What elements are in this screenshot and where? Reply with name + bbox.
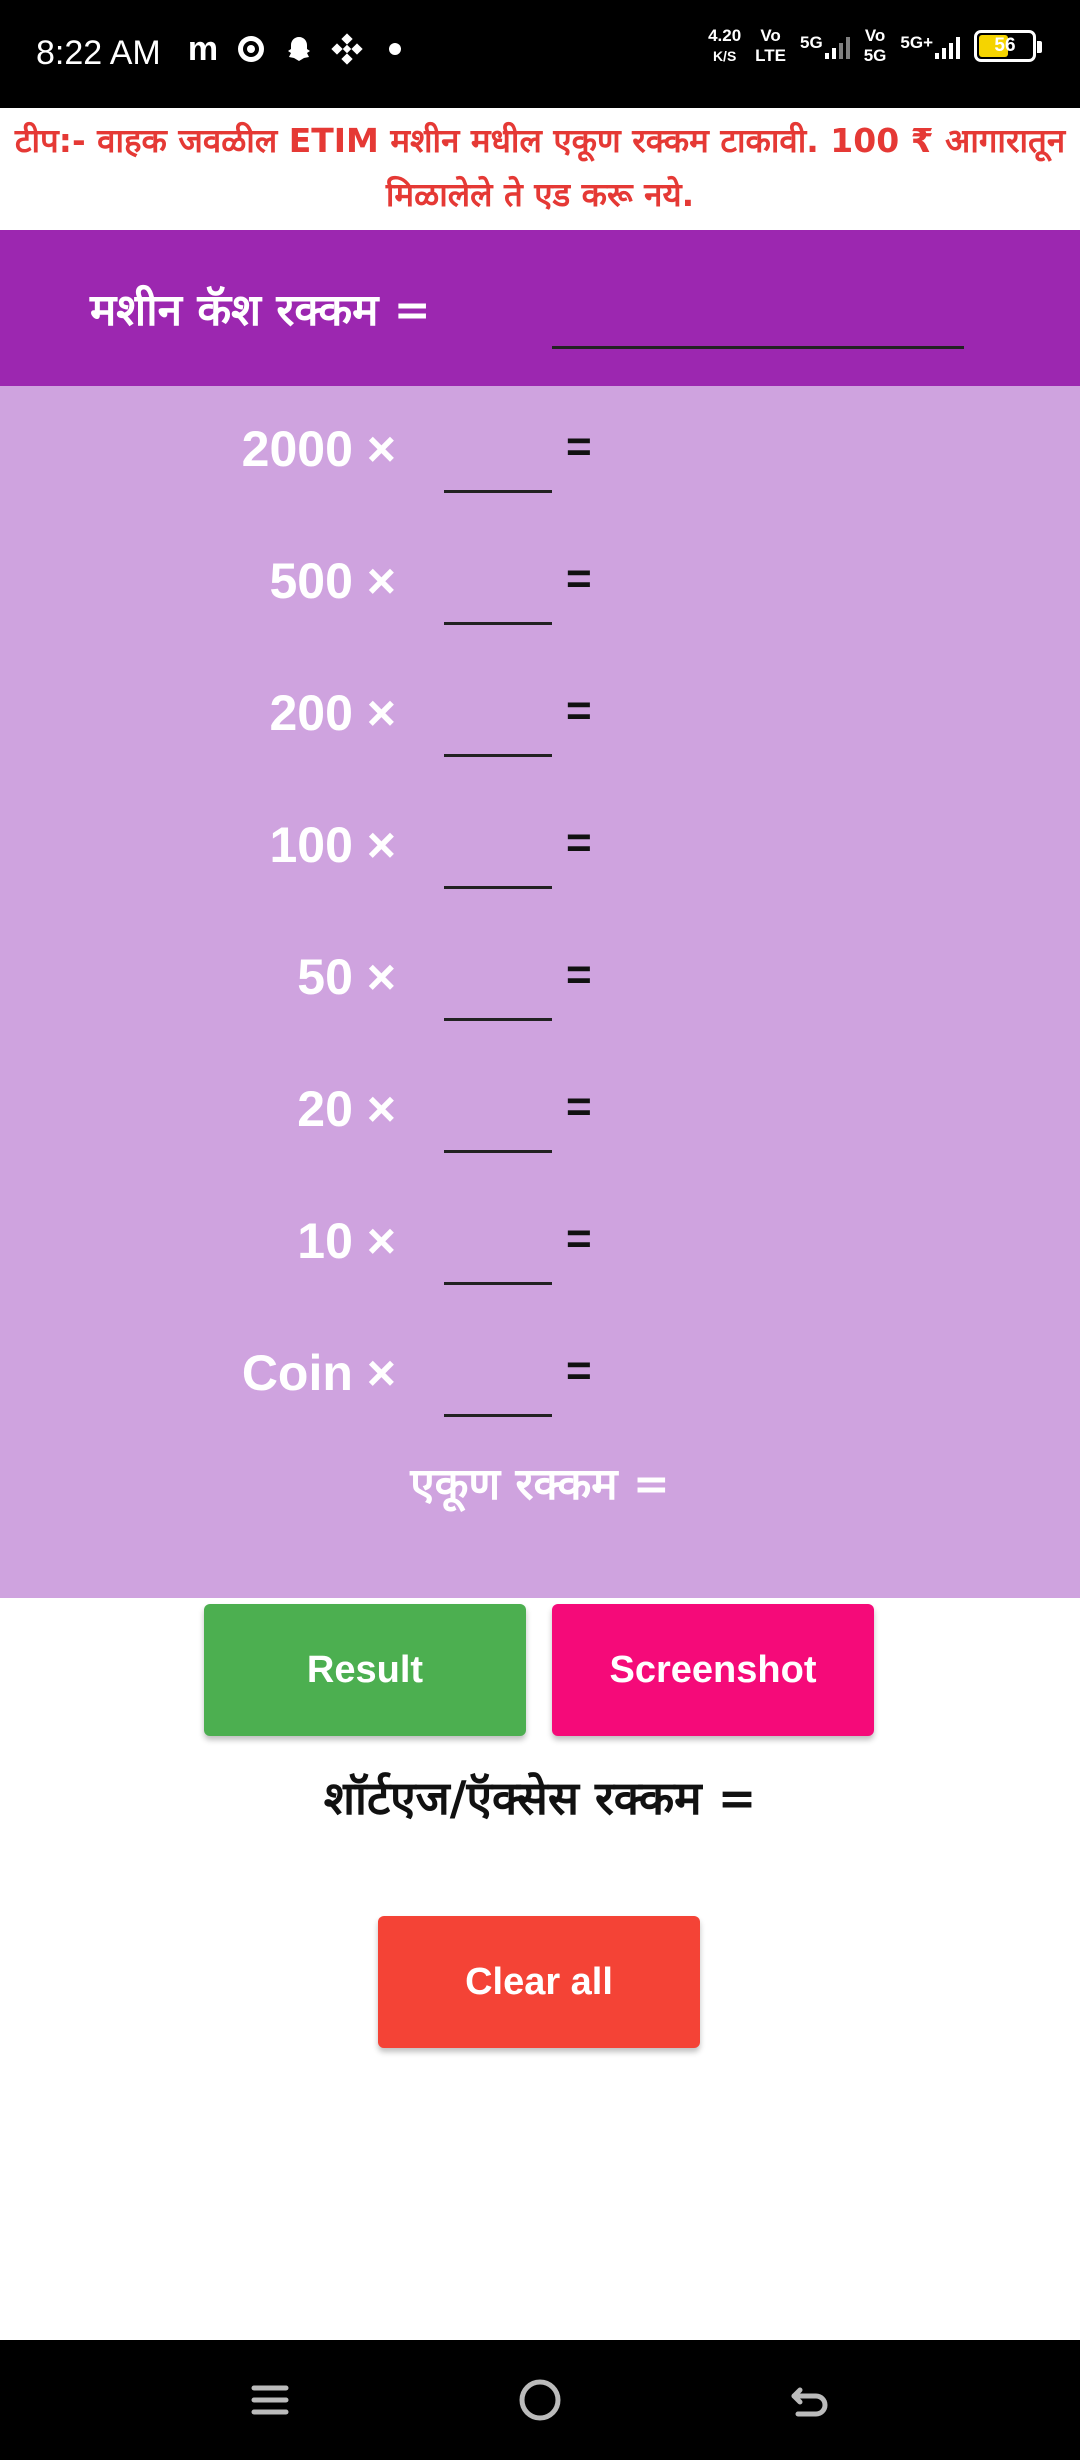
battery-tip	[1037, 41, 1042, 53]
notification-icons: m	[186, 29, 412, 68]
machine-cash-header: मशीन कॅश रक्कम =	[0, 230, 1080, 386]
equals-sign: =	[566, 818, 592, 867]
denomination-label: 200 ×	[269, 685, 396, 741]
sim2-net: 5G+	[900, 33, 933, 52]
denomination-row-10: 10 × =	[0, 1178, 1080, 1310]
equals-sign: =	[566, 1082, 592, 1131]
count-input-100[interactable]	[444, 812, 552, 889]
status-bar: 8:22 AM m 4.20 K/S Vo LTE 5G Vo 5G 5G+ 5…	[0, 0, 1080, 108]
equals-sign: =	[566, 422, 592, 471]
equals-sign: =	[566, 1214, 592, 1263]
home-icon[interactable]	[510, 2370, 570, 2430]
result-button[interactable]: Result	[204, 1604, 526, 1736]
signal-icon	[935, 33, 960, 59]
denomination-row-50: 50 × =	[0, 914, 1080, 1046]
sim1-volte: Vo LTE	[755, 26, 786, 66]
denomination-row-2000: 2000 × =	[0, 386, 1080, 518]
clear-all-button[interactable]: Clear all	[378, 1916, 700, 2048]
sim2-bottom: 5G	[863, 46, 887, 65]
denomination-label: 2000 ×	[241, 421, 396, 477]
count-input-10[interactable]	[444, 1208, 552, 1285]
denomination-row-coin: Coin × =	[0, 1310, 1080, 1442]
menu-icon[interactable]	[240, 2370, 300, 2430]
total-amount-label: एकूण रक्कम =	[410, 1459, 670, 1510]
sim2-signal: 5G+	[900, 33, 960, 59]
denomination-row-20: 20 × =	[0, 1046, 1080, 1178]
equals-sign: =	[566, 1346, 592, 1395]
battery-level: 56	[994, 35, 1016, 56]
tip-text: टीप:- वाहक जवळील ETIM मशीन मधील एकूण रक्…	[14, 121, 1066, 214]
binance-icon	[330, 32, 364, 66]
sim2-top: Vo	[864, 26, 886, 45]
count-input-50[interactable]	[444, 944, 552, 1021]
snapchat-icon	[282, 32, 316, 66]
denomination-row-100: 100 × =	[0, 782, 1080, 914]
signal-icon	[824, 33, 850, 59]
sim2-volte: Vo 5G	[864, 26, 887, 66]
status-right: 4.20 K/S Vo LTE 5G Vo 5G 5G+ 56	[708, 26, 1042, 66]
sim1-signal: 5G	[800, 33, 850, 59]
navigation-bar	[0, 2340, 1080, 2460]
count-input-2000[interactable]	[444, 416, 552, 493]
denomination-panel: 2000 × = 500 × = 200 × = 100 × = 50 × = …	[0, 386, 1080, 1598]
status-time: 8:22 AM	[36, 34, 161, 72]
denomination-label: 10 ×	[297, 1213, 396, 1269]
machine-cash-label: मशीन कॅश रक्कम =	[90, 285, 431, 336]
screenshot-button[interactable]: Screenshot	[552, 1604, 874, 1736]
count-input-20[interactable]	[444, 1076, 552, 1153]
denomination-label: 100 ×	[269, 817, 396, 873]
denomination-label: 20 ×	[297, 1081, 396, 1137]
shortage-excess-label: शॉर्टएज/ऍक्सेस रक्कम =	[323, 1771, 757, 1825]
equals-sign: =	[566, 950, 592, 999]
net-speed: 4.20 K/S	[708, 26, 741, 66]
back-icon[interactable]	[780, 2370, 840, 2430]
dot-icon	[378, 32, 412, 66]
sim1-net: 5G	[800, 33, 823, 52]
sim1-bottom: LTE	[755, 46, 787, 65]
net-speed-unit: K/S	[712, 48, 737, 64]
denomination-label: 50 ×	[297, 949, 396, 1005]
denomination-label: 500 ×	[269, 553, 396, 609]
sim1-top: Vo	[760, 26, 781, 45]
equals-sign: =	[566, 554, 592, 603]
equals-sign: =	[566, 686, 592, 735]
denomination-row-500: 500 × =	[0, 518, 1080, 650]
whatsapp-icon	[234, 32, 268, 66]
net-speed-value: 4.20	[708, 26, 742, 45]
count-input-500[interactable]	[444, 548, 552, 625]
denomination-label: Coin ×	[241, 1345, 396, 1401]
m-icon: m	[187, 29, 219, 68]
count-input-200[interactable]	[444, 680, 552, 757]
denomination-row-200: 200 × =	[0, 650, 1080, 782]
count-input-coin[interactable]	[444, 1340, 552, 1417]
machine-cash-input[interactable]	[552, 286, 964, 349]
battery-icon: 56	[974, 30, 1042, 62]
